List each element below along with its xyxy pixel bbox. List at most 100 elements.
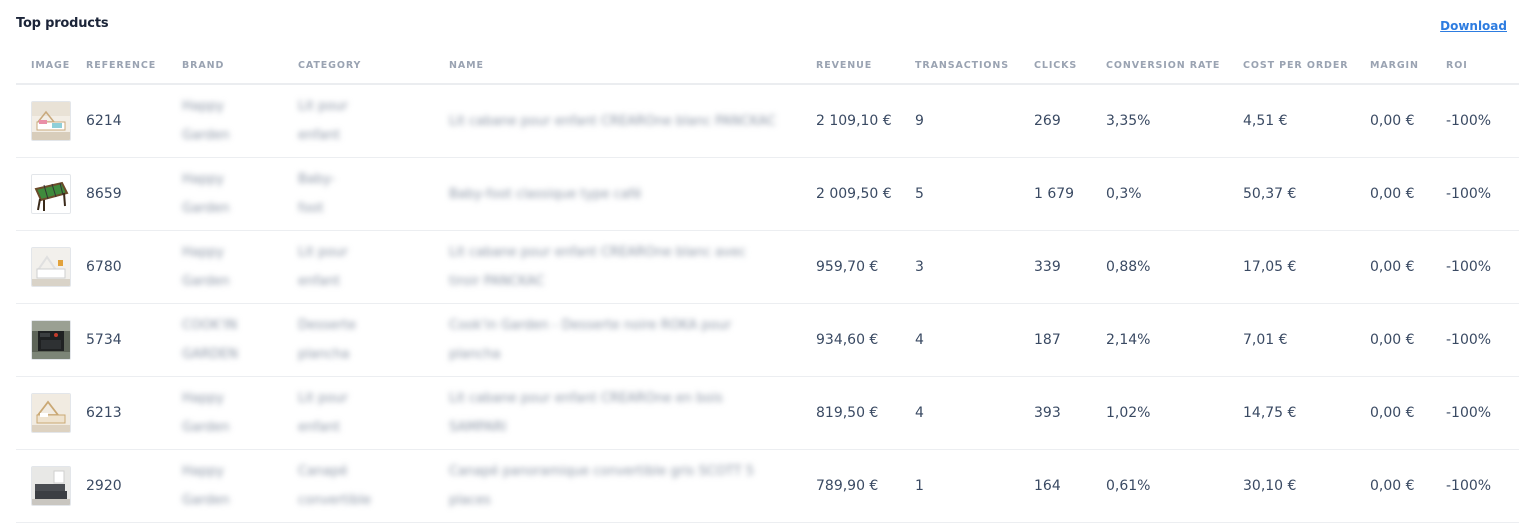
brand-cell: Happy Garden (182, 449, 298, 523)
column-header-revenue[interactable]: REVENUE (816, 48, 915, 85)
transactions-cell: 4 (915, 303, 1034, 377)
product-thumbnail-bed-icon[interactable] (31, 247, 71, 287)
brand-text: Happy Garden (182, 391, 230, 435)
column-header-brand[interactable]: BRAND (182, 48, 298, 85)
category-cell: Baby-foot (298, 157, 449, 231)
name-cell: Lit cabane pour enfant CREAROne blanc av… (449, 230, 816, 304)
brand-cell: Happy Garden (182, 84, 298, 158)
transactions-cell: 5 (915, 157, 1034, 231)
product-thumbnail-sofa-icon[interactable] (31, 466, 71, 506)
category-text: Baby-foot (298, 172, 336, 216)
name-cell: Cook'in Garden - Desserte noire ROKA pou… (449, 303, 816, 377)
margin-cell: 0,00 € (1370, 84, 1446, 158)
clicks-cell: 1 679 (1034, 157, 1106, 231)
clicks-cell: 187 (1034, 303, 1106, 377)
name-cell: Canapé panoramique convertible gris SCOT… (449, 449, 816, 523)
transactions-cell: 1 (915, 449, 1034, 523)
product-name-text[interactable]: Lit cabane pour enfant CREAROne blanc av… (449, 238, 779, 296)
brand-text: Happy Garden (182, 99, 230, 143)
column-header-transactions[interactable]: TRANSACTIONS (915, 48, 1034, 85)
reference-cell: 6780 (86, 230, 182, 304)
revenue-cell: 2 109,10 € (816, 84, 915, 158)
category-cell: Canapé convertible (298, 449, 449, 523)
cost-per-order-cell: 30,10 € (1243, 449, 1370, 523)
roi-cell: -100% (1446, 303, 1519, 377)
brand-text: Happy Garden (182, 464, 230, 508)
name-cell: Lit cabane pour enfant CREAROne blanc PA… (449, 84, 816, 158)
brand-cell: COOK'IN GARDEN (182, 303, 298, 377)
cost-per-order-cell: 7,01 € (1243, 303, 1370, 377)
reference-cell: 5734 (86, 303, 182, 377)
conversion-rate-cell: 1,02% (1106, 376, 1243, 450)
table-row[interactable]: 6213 Happy Garden Lit pour enfant Lit ca… (16, 376, 1519, 450)
product-name-text[interactable]: Baby-foot classique type café (449, 180, 779, 209)
table-row[interactable]: 8659 Happy Garden Baby-foot Baby-foot cl… (16, 157, 1519, 231)
transactions-cell: 9 (915, 84, 1034, 158)
column-header-name[interactable]: NAME (449, 48, 816, 85)
product-thumbnail-bed-icon[interactable] (31, 101, 71, 141)
column-header-clicks[interactable]: CLICKS (1034, 48, 1106, 85)
table-row[interactable]: 5734 COOK'IN GARDEN Desserte plancha Coo… (16, 303, 1519, 377)
conversion-rate-cell: 0,61% (1106, 449, 1243, 523)
category-text: Desserte plancha (298, 318, 356, 362)
roi-cell: -100% (1446, 84, 1519, 158)
name-cell: Baby-foot classique type café (449, 157, 816, 231)
category-cell: Lit pour enfant (298, 84, 449, 158)
table-header-row: IMAGE REFERENCE BRAND CATEGORY NAME REVE… (16, 48, 1519, 85)
product-name-text[interactable]: Lit cabane pour enfant CREAROne en bois … (449, 384, 779, 442)
brand-text: Happy Garden (182, 172, 230, 216)
revenue-cell: 2 009,50 € (816, 157, 915, 231)
brand-text: Happy Garden (182, 245, 230, 289)
category-text: Lit pour enfant (298, 99, 348, 143)
table-row[interactable]: 6214 Happy Garden Lit pour enfant Lit ca… (16, 84, 1519, 158)
transactions-cell: 3 (915, 230, 1034, 304)
products-table: IMAGE REFERENCE BRAND CATEGORY NAME REVE… (16, 48, 1519, 523)
column-header-cost-per-order[interactable]: COST PER ORDER (1243, 48, 1370, 85)
transactions-cell: 4 (915, 376, 1034, 450)
image-cell (16, 230, 86, 304)
roi-cell: -100% (1446, 230, 1519, 304)
category-text: Lit pour enfant (298, 245, 348, 289)
conversion-rate-cell: 3,35% (1106, 84, 1243, 158)
conversion-rate-cell: 2,14% (1106, 303, 1243, 377)
cost-per-order-cell: 17,05 € (1243, 230, 1370, 304)
roi-cell: -100% (1446, 157, 1519, 231)
column-header-margin[interactable]: MARGIN (1370, 48, 1446, 85)
product-thumbnail-foosball-icon[interactable] (31, 174, 71, 214)
product-name-text[interactable]: Cook'in Garden - Desserte noire ROKA pou… (449, 311, 779, 369)
margin-cell: 0,00 € (1370, 376, 1446, 450)
column-header-category[interactable]: CATEGORY (298, 48, 449, 85)
brand-cell: Happy Garden (182, 376, 298, 450)
download-link[interactable]: Download (1440, 19, 1507, 33)
clicks-cell: 339 (1034, 230, 1106, 304)
margin-cell: 0,00 € (1370, 230, 1446, 304)
product-name-text[interactable]: Canapé panoramique convertible gris SCOT… (449, 457, 779, 515)
column-header-roi[interactable]: ROI (1446, 48, 1519, 85)
margin-cell: 0,00 € (1370, 157, 1446, 231)
margin-cell: 0,00 € (1370, 303, 1446, 377)
top-products-card: Top products Download IMAGE REFERENCE BR… (0, 0, 1539, 526)
roi-cell: -100% (1446, 376, 1519, 450)
brand-text: COOK'IN GARDEN (182, 318, 238, 362)
revenue-cell: 789,90 € (816, 449, 915, 523)
revenue-cell: 819,50 € (816, 376, 915, 450)
column-header-image[interactable]: IMAGE (16, 48, 86, 85)
table-row[interactable]: 6780 Happy Garden Lit pour enfant Lit ca… (16, 230, 1519, 304)
column-header-reference[interactable]: REFERENCE (86, 48, 182, 85)
brand-cell: Happy Garden (182, 230, 298, 304)
column-header-conversion-rate[interactable]: CONVERSION RATE (1106, 48, 1243, 85)
image-cell (16, 376, 86, 450)
product-name-text[interactable]: Lit cabane pour enfant CREAROne blanc PA… (449, 107, 779, 136)
name-cell: Lit cabane pour enfant CREAROne en bois … (449, 376, 816, 450)
product-thumbnail-plancha-icon[interactable] (31, 320, 71, 360)
conversion-rate-cell: 0,3% (1106, 157, 1243, 231)
margin-cell: 0,00 € (1370, 449, 1446, 523)
clicks-cell: 164 (1034, 449, 1106, 523)
card-title: Top products (16, 16, 109, 31)
reference-cell: 6214 (86, 84, 182, 158)
table-row[interactable]: 2920 Happy Garden Canapé convertible Can… (16, 449, 1519, 523)
product-thumbnail-bed-icon[interactable] (31, 393, 71, 433)
category-cell: Desserte plancha (298, 303, 449, 377)
reference-cell: 8659 (86, 157, 182, 231)
category-cell: Lit pour enfant (298, 376, 449, 450)
